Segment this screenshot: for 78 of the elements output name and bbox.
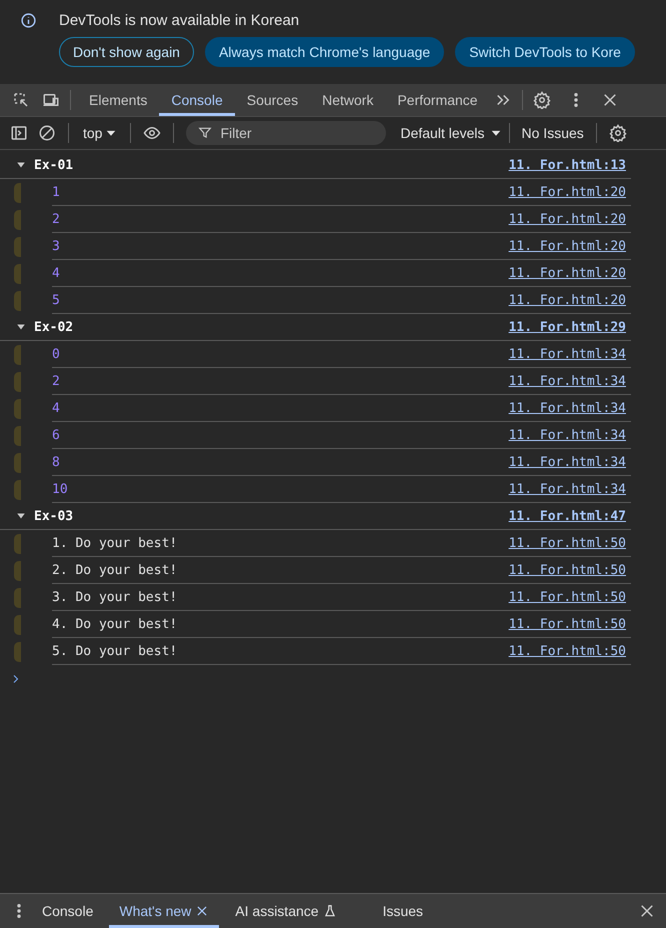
- log-message: 4: [52, 266, 60, 280]
- group-title: Ex-02: [34, 320, 74, 334]
- levels-dropdown[interactable]: Default levels: [400, 125, 501, 141]
- source-link[interactable]: 11. For.html:20: [508, 184, 626, 200]
- language-button[interactable]: Always match Chrome's language: [204, 37, 444, 67]
- expand-triangle-icon[interactable]: [16, 322, 26, 332]
- log-message: 0: [52, 346, 60, 362]
- filter-icon: [198, 126, 212, 140]
- source-link[interactable]: 11. For.html:50: [508, 616, 626, 632]
- expand-triangle-icon[interactable]: [16, 160, 26, 170]
- panel-tab[interactable]: Console: [159, 84, 235, 116]
- group-gutter: [14, 480, 21, 500]
- group-title: Ex-03: [34, 508, 74, 524]
- group-gutter: [14, 182, 21, 202]
- log-message: 2: [52, 212, 60, 226]
- group-title: Ex-01: [34, 158, 74, 172]
- source-link[interactable]: 11. For.html:29: [508, 320, 626, 334]
- log-message: 2. Do your best!: [52, 562, 178, 578]
- group-gutter: [14, 290, 21, 310]
- log-message: 4. Do your best!: [52, 616, 178, 632]
- panel-tab[interactable]: Network: [310, 84, 386, 116]
- log-message: 3. Do your best!: [52, 590, 178, 604]
- log-message: 10: [52, 482, 68, 496]
- source-link[interactable]: 11. For.html:50: [508, 536, 626, 550]
- source-link[interactable]: 11. For.html:20: [508, 238, 626, 254]
- context-dropdown[interactable]: top: [77, 125, 122, 141]
- source-link[interactable]: 11. For.html:50: [508, 562, 626, 578]
- drawer-tab[interactable]: Console: [32, 894, 104, 928]
- group-gutter: [14, 560, 21, 580]
- panel-tab[interactable]: Elements: [77, 84, 160, 116]
- log-message: 4: [52, 400, 60, 416]
- group-gutter: [14, 372, 21, 392]
- source-link[interactable]: 11. For.html:50: [508, 644, 626, 658]
- language-button[interactable]: Switch DevTools to Kore: [455, 37, 635, 67]
- group-gutter: [14, 452, 21, 472]
- source-link[interactable]: 11. For.html:50: [508, 590, 626, 604]
- group-gutter: [14, 426, 21, 446]
- group-gutter: [14, 614, 21, 634]
- drawer-tab[interactable]: Issues: [372, 894, 434, 928]
- expand-triangle-icon[interactable]: [16, 511, 26, 521]
- source-link[interactable]: 11. For.html:34: [508, 400, 626, 416]
- info-icon: [20, 12, 37, 29]
- log-message: 8: [52, 454, 60, 470]
- panel-tab[interactable]: Performance: [385, 84, 490, 116]
- log-message: 1: [52, 184, 60, 200]
- group-gutter: [14, 534, 21, 554]
- source-link[interactable]: 11. For.html:34: [508, 374, 626, 388]
- caret-icon: [106, 128, 116, 138]
- log-message: 5. Do your best!: [52, 644, 178, 658]
- source-link[interactable]: 11. For.html:34: [508, 346, 626, 362]
- drawer-tab[interactable]: What's new: [109, 894, 220, 928]
- issues-indicator[interactable]: No Issues: [518, 125, 588, 141]
- log-message: 2: [52, 374, 60, 388]
- source-link[interactable]: 11. For.html:20: [508, 266, 626, 280]
- log-message: 5: [52, 292, 60, 308]
- source-link[interactable]: 11. For.html:13: [508, 158, 626, 172]
- group-gutter: [14, 398, 21, 418]
- group-gutter: [14, 210, 21, 230]
- source-link[interactable]: 11. For.html:34: [508, 454, 626, 470]
- source-link[interactable]: 11. For.html:20: [508, 292, 626, 308]
- log-message: 1. Do your best!: [52, 536, 178, 550]
- caret-icon: [490, 128, 501, 138]
- language-button[interactable]: Don't show again: [59, 37, 194, 67]
- log-message: 3: [52, 238, 60, 254]
- drawer-tab[interactable]: AI assistance: [225, 894, 367, 928]
- group-gutter: [14, 344, 21, 364]
- source-link[interactable]: 11. For.html:20: [508, 212, 626, 226]
- group-gutter: [14, 264, 21, 284]
- source-link[interactable]: 11. For.html:34: [508, 428, 626, 442]
- source-link[interactable]: 11. For.html:47: [508, 508, 626, 524]
- info-message: DevTools is now available in Korean: [59, 12, 300, 29]
- log-message: 6: [52, 428, 60, 442]
- group-gutter: [14, 236, 21, 256]
- group-gutter: [14, 588, 21, 608]
- group-gutter: [14, 642, 21, 662]
- source-link[interactable]: 11. For.html:34: [508, 482, 626, 496]
- filter-field[interactable]: Filter: [186, 121, 386, 145]
- panel-tab[interactable]: Sources: [234, 84, 310, 116]
